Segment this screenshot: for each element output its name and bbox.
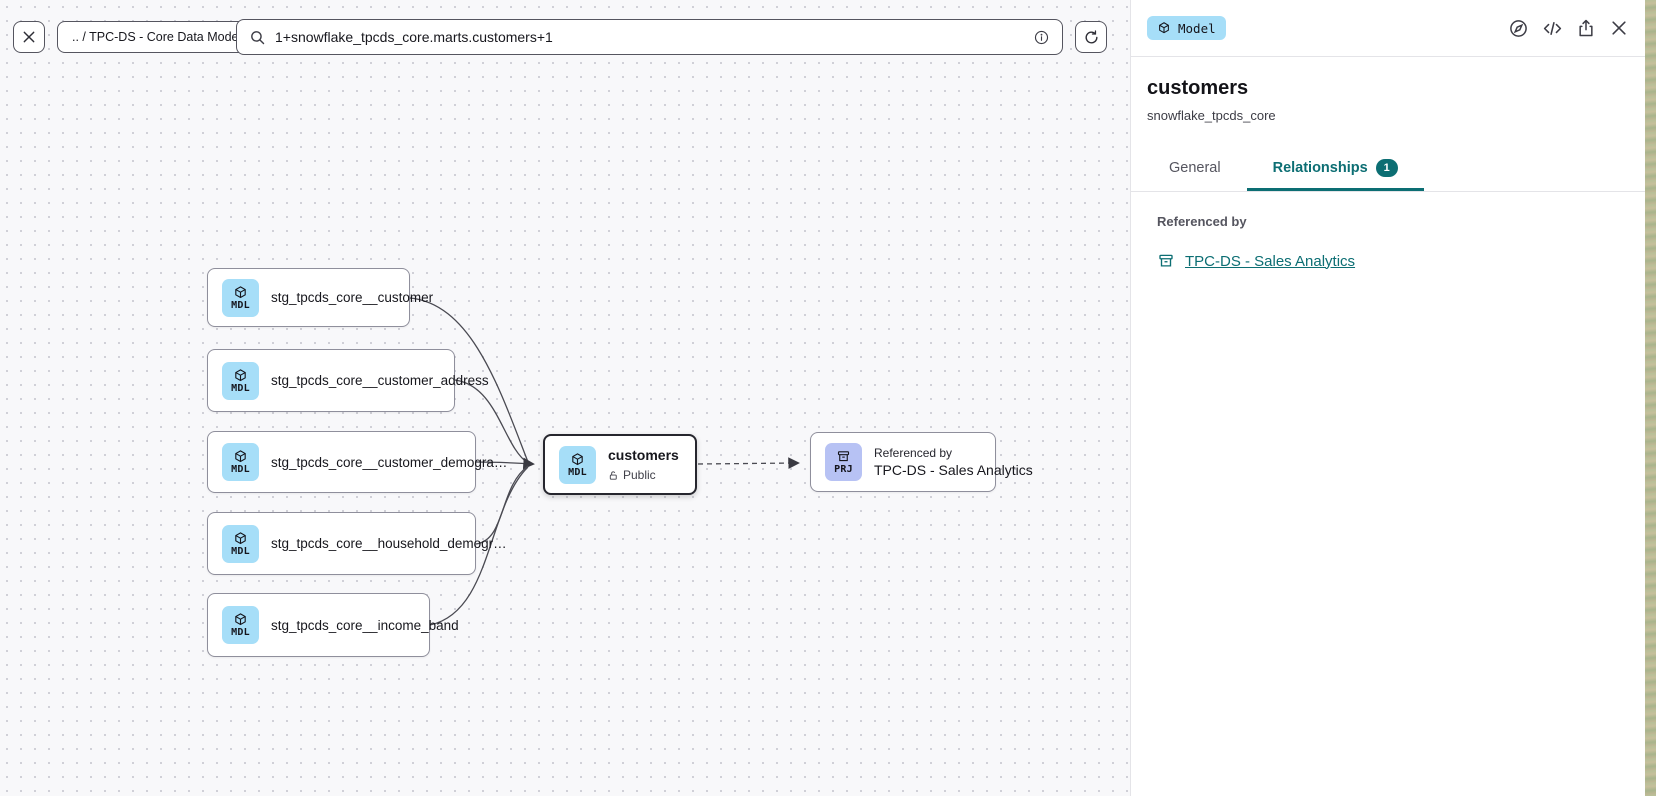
panel-tabs: General Relationships 1 bbox=[1131, 149, 1645, 192]
lineage-canvas[interactable]: .. / TPC-DS - Core Data Models MDL stg_t… bbox=[0, 0, 1131, 796]
referenced-by-label: Referenced by bbox=[1157, 214, 1629, 229]
resource-type-label: Model bbox=[1178, 21, 1216, 36]
lineage-edges bbox=[0, 0, 1131, 796]
model-resource-badge: MDL bbox=[222, 606, 259, 644]
node-label: stg_tpcds_core__household_demogr… bbox=[271, 536, 507, 551]
project-resource-badge: PRJ bbox=[825, 443, 862, 481]
node-tpcds-sales-analytics-project[interactable]: PRJ Referenced by TPC-DS - Sales Analyti… bbox=[810, 432, 996, 492]
close-icon bbox=[21, 29, 37, 45]
archive-box-icon bbox=[1157, 252, 1175, 270]
cube-icon bbox=[233, 612, 248, 627]
resource-badge-label: MDL bbox=[231, 383, 250, 394]
node-label: stg_tpcds_core__customer_address bbox=[271, 373, 489, 388]
node-access-label: Public bbox=[623, 468, 656, 482]
resource-badge-label: MDL bbox=[231, 627, 250, 638]
cube-icon bbox=[1157, 21, 1171, 35]
tab-label: General bbox=[1169, 160, 1221, 176]
breadcrumb[interactable]: .. / TPC-DS - Core Data Models bbox=[57, 21, 263, 53]
node-stg-tpcds-core-customer-address[interactable]: MDL stg_tpcds_core__customer_address bbox=[207, 349, 455, 412]
resource-badge-label: MDL bbox=[231, 464, 250, 475]
node-kicker: Referenced by bbox=[874, 446, 1033, 460]
node-stg-tpcds-core-household-demographics[interactable]: MDL stg_tpcds_core__household_demogr… bbox=[207, 512, 476, 575]
panel-actions bbox=[1508, 18, 1629, 39]
code-icon[interactable] bbox=[1542, 18, 1563, 39]
cube-icon bbox=[570, 452, 585, 467]
node-label: TPC-DS - Sales Analytics bbox=[874, 462, 1033, 478]
tab-count-badge: 1 bbox=[1376, 159, 1398, 177]
page-title: customers bbox=[1147, 77, 1629, 100]
close-lineage-button[interactable] bbox=[13, 21, 45, 53]
panel-header: Model bbox=[1131, 0, 1645, 57]
reference-project-link[interactable]: TPC-DS - Sales Analytics bbox=[1185, 253, 1355, 270]
cube-icon bbox=[233, 368, 248, 383]
model-resource-badge: MDL bbox=[222, 525, 259, 563]
model-resource-badge: MDL bbox=[222, 443, 259, 481]
resource-badge-label: PRJ bbox=[834, 464, 853, 475]
node-label: customers bbox=[608, 447, 679, 463]
close-panel-icon[interactable] bbox=[1609, 18, 1629, 38]
reference-row: TPC-DS - Sales Analytics bbox=[1157, 252, 1629, 270]
archive-box-icon bbox=[836, 449, 851, 464]
cube-icon bbox=[233, 531, 248, 546]
resource-badge-label: MDL bbox=[231, 300, 250, 311]
search-icon bbox=[249, 29, 266, 46]
panel-title-block: customers snowflake_tpcds_core bbox=[1131, 57, 1645, 123]
node-customers-selected[interactable]: MDL customers Public bbox=[543, 434, 697, 495]
node-label: stg_tpcds_core__income_band bbox=[271, 618, 459, 633]
model-resource-badge: MDL bbox=[559, 446, 596, 484]
tab-relationships[interactable]: Relationships 1 bbox=[1247, 149, 1424, 191]
cube-icon bbox=[233, 449, 248, 464]
node-stg-tpcds-core-customer-demographics[interactable]: MDL stg_tpcds_core__customer_demogra… bbox=[207, 431, 476, 493]
unlock-icon bbox=[608, 470, 619, 481]
node-label: stg_tpcds_core__customer bbox=[271, 290, 433, 305]
tab-label: Relationships bbox=[1273, 160, 1368, 176]
search-input[interactable] bbox=[275, 29, 1024, 45]
lineage-search bbox=[236, 19, 1063, 55]
node-access-row: Public bbox=[608, 468, 679, 482]
model-resource-badge: MDL bbox=[222, 279, 259, 317]
resource-badge-label: MDL bbox=[568, 467, 587, 478]
explore-compass-icon[interactable] bbox=[1508, 18, 1529, 39]
resource-type-badge: Model bbox=[1147, 16, 1226, 40]
refresh-icon bbox=[1083, 29, 1100, 46]
share-icon[interactable] bbox=[1576, 18, 1596, 38]
node-stg-tpcds-core-income-band[interactable]: MDL stg_tpcds_core__income_band bbox=[207, 593, 430, 657]
model-resource-badge: MDL bbox=[222, 362, 259, 400]
node-label: stg_tpcds_core__customer_demogra… bbox=[271, 455, 507, 470]
project-subtitle: snowflake_tpcds_core bbox=[1147, 108, 1629, 123]
resource-badge-label: MDL bbox=[231, 546, 250, 557]
breadcrumb-label: .. / TPC-DS - Core Data Models bbox=[72, 30, 248, 44]
info-icon[interactable] bbox=[1033, 29, 1050, 46]
details-panel: Model customers snowflake_tpcds_core Gen… bbox=[1131, 0, 1645, 796]
cube-icon bbox=[233, 285, 248, 300]
desktop-wallpaper-strip bbox=[1645, 0, 1656, 796]
refresh-lineage-button[interactable] bbox=[1075, 21, 1107, 53]
relationships-tab-content: Referenced by TPC-DS - Sales Analytics bbox=[1131, 192, 1645, 270]
tab-general[interactable]: General bbox=[1143, 149, 1247, 191]
node-stg-tpcds-core-customer[interactable]: MDL stg_tpcds_core__customer bbox=[207, 268, 410, 327]
